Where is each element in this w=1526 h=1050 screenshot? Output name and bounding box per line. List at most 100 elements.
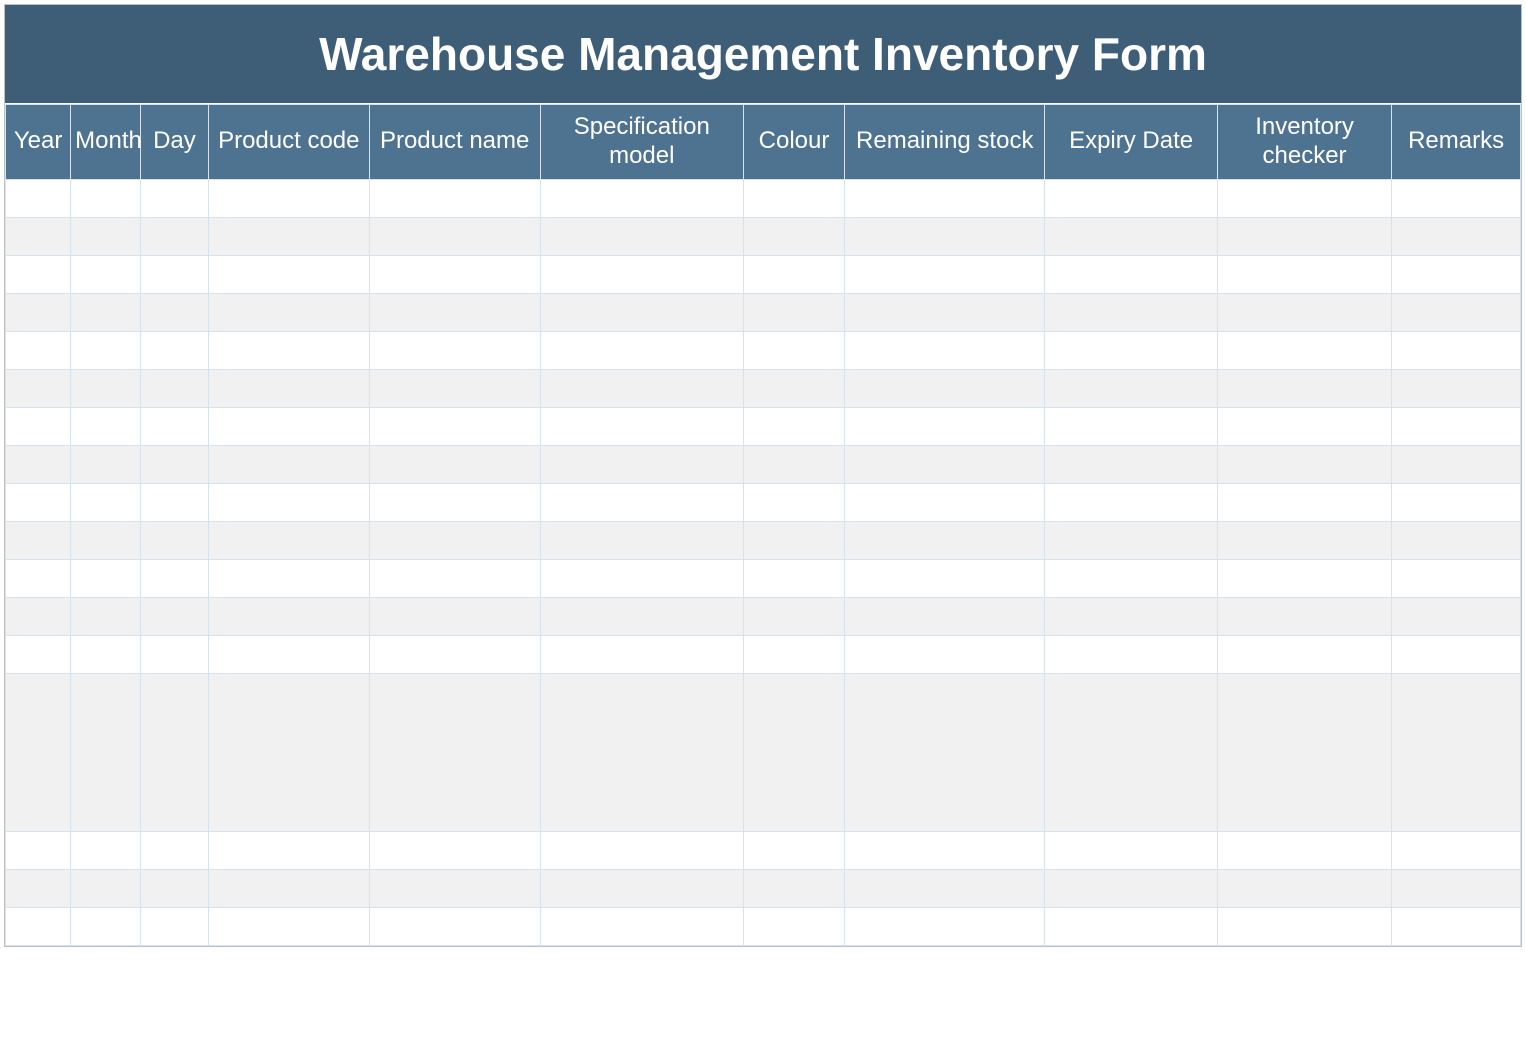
cell-expiry-date[interactable] bbox=[1045, 407, 1218, 445]
cell-year[interactable] bbox=[6, 559, 71, 597]
cell-colour[interactable] bbox=[743, 331, 845, 369]
cell-specification-model[interactable] bbox=[540, 293, 743, 331]
cell-month[interactable] bbox=[71, 559, 141, 597]
cell-specification-model[interactable] bbox=[540, 407, 743, 445]
cell-year[interactable] bbox=[6, 483, 71, 521]
cell-year[interactable] bbox=[6, 179, 71, 217]
cell-day[interactable] bbox=[140, 559, 208, 597]
cell-inventory-checker[interactable] bbox=[1217, 293, 1391, 331]
cell-month[interactable] bbox=[71, 217, 141, 255]
cell-day[interactable] bbox=[140, 521, 208, 559]
cell-remarks[interactable] bbox=[1392, 407, 1521, 445]
cell-year[interactable] bbox=[6, 369, 71, 407]
cell-month[interactable] bbox=[71, 597, 141, 635]
cell-product-name[interactable] bbox=[369, 635, 540, 673]
cell-expiry-date[interactable] bbox=[1045, 907, 1218, 945]
cell-product-code[interactable] bbox=[209, 369, 370, 407]
cell-colour[interactable] bbox=[743, 907, 845, 945]
cell-expiry-date[interactable] bbox=[1045, 831, 1218, 869]
cell-product-code[interactable] bbox=[209, 869, 370, 907]
cell-inventory-checker[interactable] bbox=[1217, 907, 1391, 945]
cell-remaining-stock[interactable] bbox=[845, 179, 1045, 217]
cell-colour[interactable] bbox=[743, 445, 845, 483]
cell-day[interactable] bbox=[140, 907, 208, 945]
cell-day[interactable] bbox=[140, 445, 208, 483]
cell-colour[interactable] bbox=[743, 597, 845, 635]
cell-remarks[interactable] bbox=[1392, 597, 1521, 635]
cell-product-code[interactable] bbox=[209, 255, 370, 293]
cell-specification-model[interactable] bbox=[540, 217, 743, 255]
cell-remarks[interactable] bbox=[1392, 483, 1521, 521]
cell-product-code[interactable] bbox=[209, 217, 370, 255]
cell-specification-model[interactable] bbox=[540, 331, 743, 369]
cell-remaining-stock[interactable] bbox=[845, 521, 1045, 559]
cell-remaining-stock[interactable] bbox=[845, 483, 1045, 521]
cell-specification-model[interactable] bbox=[540, 521, 743, 559]
cell-remaining-stock[interactable] bbox=[845, 559, 1045, 597]
cell-colour[interactable] bbox=[743, 483, 845, 521]
cell-day[interactable] bbox=[140, 179, 208, 217]
cell-day[interactable] bbox=[140, 831, 208, 869]
cell-product-name[interactable] bbox=[369, 673, 540, 831]
cell-remarks[interactable] bbox=[1392, 559, 1521, 597]
cell-year[interactable] bbox=[6, 673, 71, 831]
cell-expiry-date[interactable] bbox=[1045, 483, 1218, 521]
cell-month[interactable] bbox=[71, 907, 141, 945]
cell-product-name[interactable] bbox=[369, 483, 540, 521]
cell-year[interactable] bbox=[6, 331, 71, 369]
cell-month[interactable] bbox=[71, 869, 141, 907]
cell-inventory-checker[interactable] bbox=[1217, 831, 1391, 869]
cell-year[interactable] bbox=[6, 445, 71, 483]
cell-remarks[interactable] bbox=[1392, 445, 1521, 483]
cell-day[interactable] bbox=[140, 869, 208, 907]
cell-expiry-date[interactable] bbox=[1045, 179, 1218, 217]
cell-product-name[interactable] bbox=[369, 217, 540, 255]
cell-product-code[interactable] bbox=[209, 559, 370, 597]
cell-year[interactable] bbox=[6, 255, 71, 293]
cell-month[interactable] bbox=[71, 407, 141, 445]
cell-month[interactable] bbox=[71, 179, 141, 217]
cell-inventory-checker[interactable] bbox=[1217, 673, 1391, 831]
cell-product-name[interactable] bbox=[369, 521, 540, 559]
cell-day[interactable] bbox=[140, 369, 208, 407]
cell-expiry-date[interactable] bbox=[1045, 869, 1218, 907]
cell-day[interactable] bbox=[140, 331, 208, 369]
cell-remaining-stock[interactable] bbox=[845, 869, 1045, 907]
cell-inventory-checker[interactable] bbox=[1217, 179, 1391, 217]
cell-remarks[interactable] bbox=[1392, 255, 1521, 293]
cell-year[interactable] bbox=[6, 521, 71, 559]
cell-remaining-stock[interactable] bbox=[845, 635, 1045, 673]
cell-product-code[interactable] bbox=[209, 331, 370, 369]
cell-product-name[interactable] bbox=[369, 907, 540, 945]
cell-remaining-stock[interactable] bbox=[845, 445, 1045, 483]
cell-day[interactable] bbox=[140, 217, 208, 255]
cell-year[interactable] bbox=[6, 869, 71, 907]
cell-inventory-checker[interactable] bbox=[1217, 445, 1391, 483]
cell-remarks[interactable] bbox=[1392, 521, 1521, 559]
cell-remarks[interactable] bbox=[1392, 293, 1521, 331]
cell-colour[interactable] bbox=[743, 407, 845, 445]
cell-expiry-date[interactable] bbox=[1045, 673, 1218, 831]
cell-expiry-date[interactable] bbox=[1045, 559, 1218, 597]
cell-expiry-date[interactable] bbox=[1045, 369, 1218, 407]
cell-expiry-date[interactable] bbox=[1045, 445, 1218, 483]
cell-product-code[interactable] bbox=[209, 483, 370, 521]
cell-inventory-checker[interactable] bbox=[1217, 869, 1391, 907]
cell-product-code[interactable] bbox=[209, 907, 370, 945]
cell-remarks[interactable] bbox=[1392, 869, 1521, 907]
cell-colour[interactable] bbox=[743, 255, 845, 293]
cell-product-name[interactable] bbox=[369, 331, 540, 369]
cell-expiry-date[interactable] bbox=[1045, 521, 1218, 559]
cell-expiry-date[interactable] bbox=[1045, 293, 1218, 331]
cell-remaining-stock[interactable] bbox=[845, 597, 1045, 635]
cell-inventory-checker[interactable] bbox=[1217, 369, 1391, 407]
cell-year[interactable] bbox=[6, 407, 71, 445]
cell-inventory-checker[interactable] bbox=[1217, 483, 1391, 521]
cell-product-name[interactable] bbox=[369, 293, 540, 331]
cell-year[interactable] bbox=[6, 293, 71, 331]
cell-product-code[interactable] bbox=[209, 521, 370, 559]
cell-specification-model[interactable] bbox=[540, 559, 743, 597]
cell-day[interactable] bbox=[140, 293, 208, 331]
cell-product-name[interactable] bbox=[369, 831, 540, 869]
cell-colour[interactable] bbox=[743, 831, 845, 869]
